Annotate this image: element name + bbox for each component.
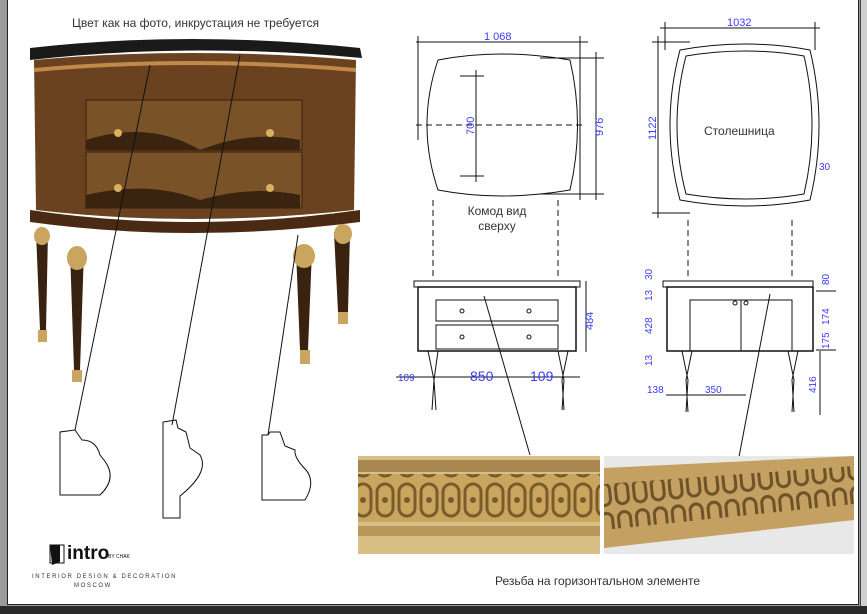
logo-by: BY CHAK: [108, 554, 130, 560]
carving-photo-right: [604, 456, 854, 554]
molding-profiles: [59, 419, 312, 519]
dim-width-left: 1 068: [484, 31, 512, 43]
top-view-right: [652, 22, 820, 280]
dim-350: 350: [705, 385, 722, 396]
dim-height-left: 484: [584, 312, 596, 330]
intro-logo-icon: [49, 544, 65, 565]
dim-right-leg: 109: [530, 368, 554, 384]
dim-174: 174: [821, 308, 832, 325]
top-view-left: [416, 36, 604, 280]
dim-edge-right: 30: [819, 162, 831, 173]
dim-416: 416: [808, 376, 819, 393]
dim-width-right: 1032: [727, 17, 751, 29]
commode-photo: [30, 39, 362, 382]
dim-13b: 13: [644, 354, 655, 366]
carving-caption: Резьба на горизонтальном элементе: [495, 574, 701, 588]
carving-photo-left: [358, 456, 600, 554]
logo-tagline: INTERIOR DESIGN & DECORATION: [32, 574, 178, 580]
dim-mid: 850: [470, 368, 494, 384]
dim-depth-left: 976: [594, 118, 606, 136]
tabletop-caption: Столешница: [704, 124, 775, 138]
dim-inner-left: 700: [465, 117, 477, 135]
logo-city: MOSCOW: [74, 583, 112, 589]
top-view-caption: Комод вид сверху: [467, 204, 527, 233]
dim-80: 80: [821, 273, 832, 285]
logo-brand: intro: [67, 543, 110, 564]
drawing-canvas: 1 068 976 700 1032 1122 30 484 109 850 1…: [30, 17, 854, 565]
dim-428: 428: [644, 317, 655, 334]
front-view-left: [396, 280, 587, 411]
dim-30: 30: [644, 268, 655, 280]
dim-13a: 13: [644, 289, 655, 301]
dim-depth-right: 1122: [647, 116, 659, 140]
photo-note: Цвет как на фото, инкрустация не требует…: [72, 16, 319, 30]
dim-left-leg: 109: [398, 373, 415, 384]
dim-138: 138: [647, 385, 664, 396]
dim-175: 175: [821, 332, 832, 349]
front-view-right: [662, 280, 836, 415]
